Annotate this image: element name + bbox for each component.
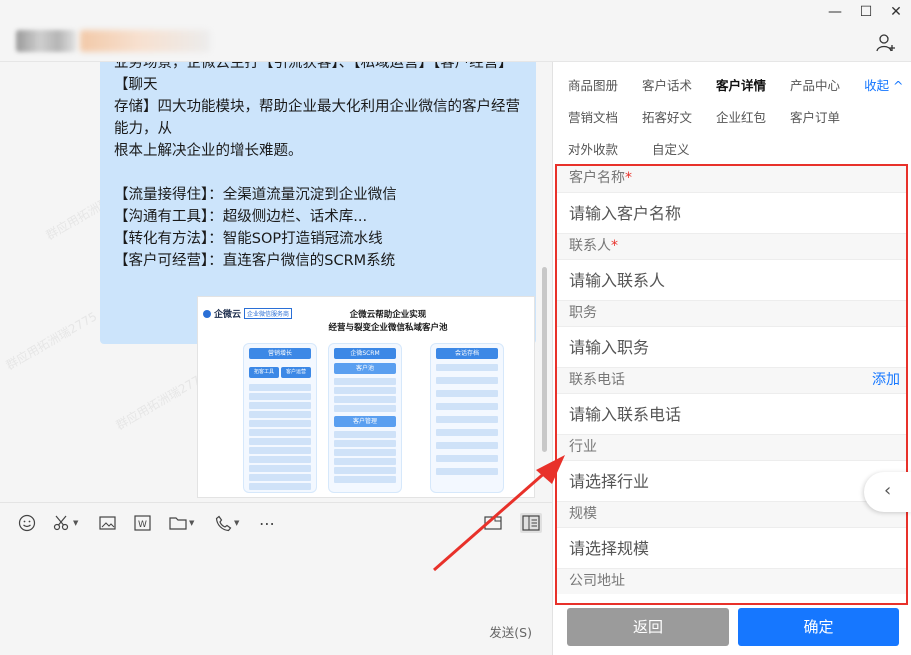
confirm-button[interactable]: 确定 [738,608,899,646]
blurred-avatar [16,30,76,52]
chat-message-area[interactable]: 群应用拓洲瑞2775 群应用拓洲瑞2775 群应用拓洲瑞2775 群应用拓洲瑞2… [0,62,552,502]
column-archive: 会话存档 [430,343,504,493]
message-line: 业务场景，企微云主打【引流获客】、【私域运营】【客户经营】【聊天 [114,62,513,93]
maximize-button[interactable]: ☐ [857,4,875,20]
message-line: 【转化有方法】：智能SOP打造销冠流水线 [114,231,383,247]
send-button[interactable]: 发送(S) [489,622,532,641]
phone-icon[interactable]: ▼ [215,513,239,533]
tab-custom[interactable]: 自定义 [652,139,690,158]
address-label: 公司地址 [557,568,906,594]
message-line: 【沟通有工具】：超级侧边栏、话术库... [114,209,368,225]
tab-row: 营销文档 拓客好文 企业红包 客户订单 [568,107,864,126]
add-phone-link[interactable]: 添加 [872,368,900,392]
collapse-sidebar-handle[interactable]: ‹ [864,472,911,512]
message-line: 【流量接得住】：全渠道流量沉淀到企业微信 [114,187,397,203]
tab-acquisition-articles[interactable]: 拓客好文 [642,107,692,126]
minimize-button[interactable]: — [826,4,844,20]
message-input-area[interactable]: 发送(S) [0,542,552,655]
customer-name-label: 客户名称* [557,166,906,192]
new-window-icon[interactable] [484,513,502,533]
message-line: 【客户可经营】：直连客户微信的SCRM系统 [114,253,396,269]
contact-label: 联系人* [557,233,906,259]
image-icon[interactable] [99,513,116,533]
tab-row: 对外收款 自定义 [568,139,714,158]
watermark: 群应用拓洲瑞2775 [3,309,100,373]
more-icon[interactable]: ⋯ [259,513,275,533]
tab-red-packet[interactable]: 企业红包 [716,107,766,126]
chevron-left-icon: ‹ [884,480,892,501]
chat-scrollbar[interactable] [542,267,547,452]
tab-marketing-docs[interactable]: 营销文档 [568,107,618,126]
industry-select[interactable]: 请选择行业 [557,460,906,501]
position-label: 职务 [557,300,906,326]
tab-row: 商品图册 客户话术 客户详情 产品中心 收起 ^ [568,75,904,94]
tab-product-album[interactable]: 商品图册 [568,75,618,94]
message-line: 根本上解决企业的增长难题。 [114,143,303,159]
contact-input[interactable]: 请输入联系人 [557,259,906,300]
qiweiyun-logo: 企微云 企业微信服务商 [203,307,293,320]
scale-label: 规模 [557,501,906,527]
tab-external-payment[interactable]: 对外收款 [568,139,618,158]
emoji-icon[interactable] [18,513,36,533]
close-button[interactable]: ✕ [887,4,905,20]
message-line: 存储】四大功能模块，帮助企业最大化利用企业微信的客户经营能力，从 [114,99,520,137]
chat-header: — ☐ ✕ [0,0,911,62]
svg-text:W: W [138,520,147,530]
industry-label: 行业 [557,434,906,460]
add-contact-icon[interactable] [875,32,897,54]
sidebar-toggle-icon[interactable] [520,513,542,533]
tab-customer-orders[interactable]: 客户订单 [790,107,840,126]
position-input[interactable]: 请输入职务 [557,326,906,367]
tab-customer-details[interactable]: 客户详情 [716,75,766,94]
column-marketing: 营销增长 拓客工具 客户运营 [243,343,317,493]
customer-sidebar-panel: 商品图册 客户话术 客户详情 产品中心 收起 ^ 营销文档 拓客好文 企业红包 … [552,62,911,655]
blurred-chat-name [80,30,210,52]
tab-customer-scripts[interactable]: 客户话术 [642,75,692,94]
app-window: — ☐ ✕ 群应用拓洲瑞2775 群应用拓洲瑞2775 群应用拓洲瑞2775 群… [0,0,911,655]
image-title: 企微云帮助企业实现 经营与裂变企业微信私域客户池 [328,310,448,333]
back-button[interactable]: 返回 [567,608,729,646]
folder-icon[interactable]: ▼ [169,513,194,533]
screenshot-scissors-icon[interactable]: ▼ [53,513,78,533]
word-doc-icon[interactable]: W [134,513,151,533]
tab-product-center[interactable]: 产品中心 [790,75,840,94]
column-scrm: 企微SCRM 客户池 客户管理 [328,343,402,493]
image-message[interactable]: 企微云 企业微信服务商 企微云帮助企业实现 经营与裂变企业微信私域客户池 营销增… [197,296,535,498]
phone-input[interactable]: 请输入联系电话 [557,393,906,434]
scale-select[interactable]: 请选择规模 [557,527,906,568]
customer-form: 客户名称* 请输入客户名称 联系人* 请输入联系人 职务 请输入职务 联系电话添… [555,164,908,605]
customer-name-input[interactable]: 请输入客户名称 [557,192,906,233]
watermark: 群应用拓洲瑞2775 [113,369,210,433]
collapse-button[interactable]: 收起 ^ [864,75,903,94]
phone-label: 联系电话 添加 [557,367,906,393]
input-toolbar: ▼ W ▼ ▼ ⋯ [0,502,552,542]
